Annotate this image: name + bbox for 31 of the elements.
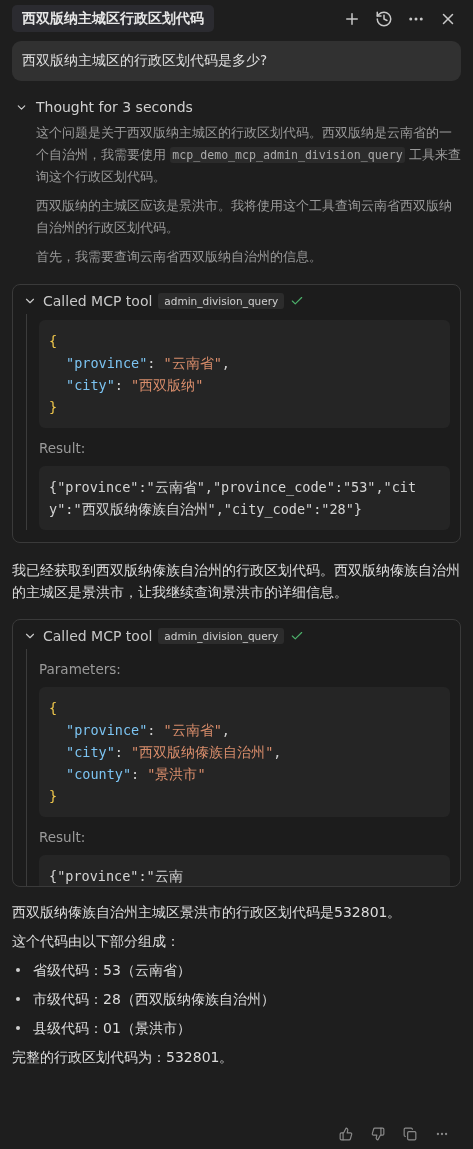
list-item: 市级代码：28（西双版纳傣族自治州） [33,990,275,1009]
thumbs-down-icon[interactable] [371,1127,385,1141]
result-label: Result: [39,440,87,456]
thought-paragraph: 首先，我需要查询云南省西双版纳自治州的信息。 [36,248,323,266]
code-block: { "province": "云南省", "city": "西双版纳傣族自治州", "county": "景洪市" } [39,687,450,817]
answer-paragraph: 西双版纳傣族自治州主城区景洪市的行政区划代码是532801。 [12,903,403,922]
chat-title: 西双版纳主城区行政区划代码 [12,5,214,32]
parameters-label: Parameters: [39,661,122,677]
history-icon[interactable] [375,9,393,28]
copy-icon[interactable] [403,1127,417,1141]
thought-toggle[interactable]: Thought for 3 seconds [12,99,193,115]
bullet-icon [16,997,20,1001]
thought-paragraph: 西双版纳的主城区应该是景洪市。我将使用这个工具查询云南省西双版纳自治州的行政区划代码。 [36,197,453,237]
code-block: { "province": "云南省", "city": "西双版纳" } [39,320,450,428]
tool-call-toggle[interactable]: Called MCP tool [23,628,153,644]
tool-name: admin_division_query [158,293,285,309]
result-block: {"province":"云南 [39,855,450,886]
assistant-message: 我已经获取到西双版纳傣族自治州的行政区划代码。西双版纳傣族自治州的主城区是景洪市，让我继续查询景洪市的详细信息。 [12,561,461,602]
tool-call-toggle[interactable]: Called MCP tool [23,293,153,309]
user-message: 西双版纳主城区的行政区划代码是多少? [12,41,461,81]
bullet-icon [16,1026,20,1030]
thumbs-up-icon[interactable] [339,1127,353,1141]
result-block: {"province":"云南省","province_code":"53","city":"西双版纳傣族自治州","city_code":"28"} [39,466,450,530]
bullet-icon [16,968,20,972]
list-item: 省级代码：53（云南省） [33,961,191,980]
thought-paragraph: 这个问题是关于西双版纳主城区的行政区划代码。西双版纳是云南省的一个自治州，我需要使用 mcp_demo_mcp_admin_division_query 工具来查询这个行政区划代码。 [36,124,461,186]
list-item: 县级代码：01（景洪市） [33,1019,191,1038]
tool-name: admin_division_query [158,628,285,644]
result-label: Result: [39,829,87,845]
answer-paragraph: 这个代码由以下部分组成： [12,932,181,951]
answer-paragraph: 完整的行政区划代码为：532801。 [12,1048,235,1067]
